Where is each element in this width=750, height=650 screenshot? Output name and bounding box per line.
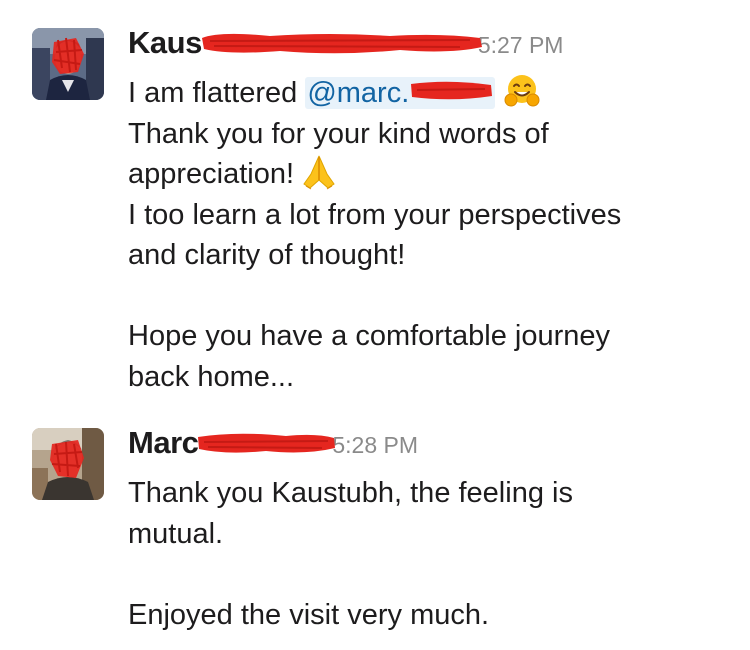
message-line: Thank you Kaustubh, the feeling is <box>128 477 573 509</box>
message-body: I am flattered @marc. Thank you for your… <box>128 73 738 397</box>
author-name[interactable]: Kaus <box>128 25 202 60</box>
timestamp[interactable]: 5:27 PM <box>478 32 564 58</box>
message-line: I am flattered @marc. <box>128 73 738 114</box>
mention-text: @marc. <box>307 77 410 109</box>
message-line: appreciation! <box>128 154 738 195</box>
message-line: Thank you for your kind words of <box>128 117 549 150</box>
message-line: I too learn a lot from your perspectives <box>128 198 622 231</box>
avatar-photo <box>32 28 104 100</box>
message-text: appreciation! <box>128 158 295 190</box>
message-header: Kaus 5:27 PM <box>128 25 563 69</box>
author-name[interactable]: Marc <box>128 425 199 460</box>
hugging-face-emoji-icon <box>503 73 541 109</box>
timestamp[interactable]: 5:28 PM <box>332 432 418 458</box>
avatar[interactable] <box>32 428 104 500</box>
redaction-mark <box>200 32 482 56</box>
message-line: back home... <box>128 360 295 393</box>
redaction-mark <box>196 432 336 456</box>
folded-hands-emoji-icon <box>302 154 336 190</box>
message-header: Marc 5:28 PM <box>128 425 418 469</box>
message-body: Thank you Kaustubh, the feeling is mutua… <box>128 473 738 635</box>
message-line: Hope you have a comfortable journey <box>128 320 611 352</box>
message-line: and clarity of thought! <box>128 239 406 271</box>
message-line: mutual. <box>128 517 224 550</box>
redaction-mark <box>409 80 493 102</box>
message-line: Enjoyed the visit very much. <box>128 598 490 631</box>
avatar-photo <box>32 428 104 500</box>
user-mention[interactable]: @marc. <box>305 77 496 109</box>
avatar[interactable] <box>32 28 104 100</box>
message-text: I am flattered <box>128 77 306 109</box>
